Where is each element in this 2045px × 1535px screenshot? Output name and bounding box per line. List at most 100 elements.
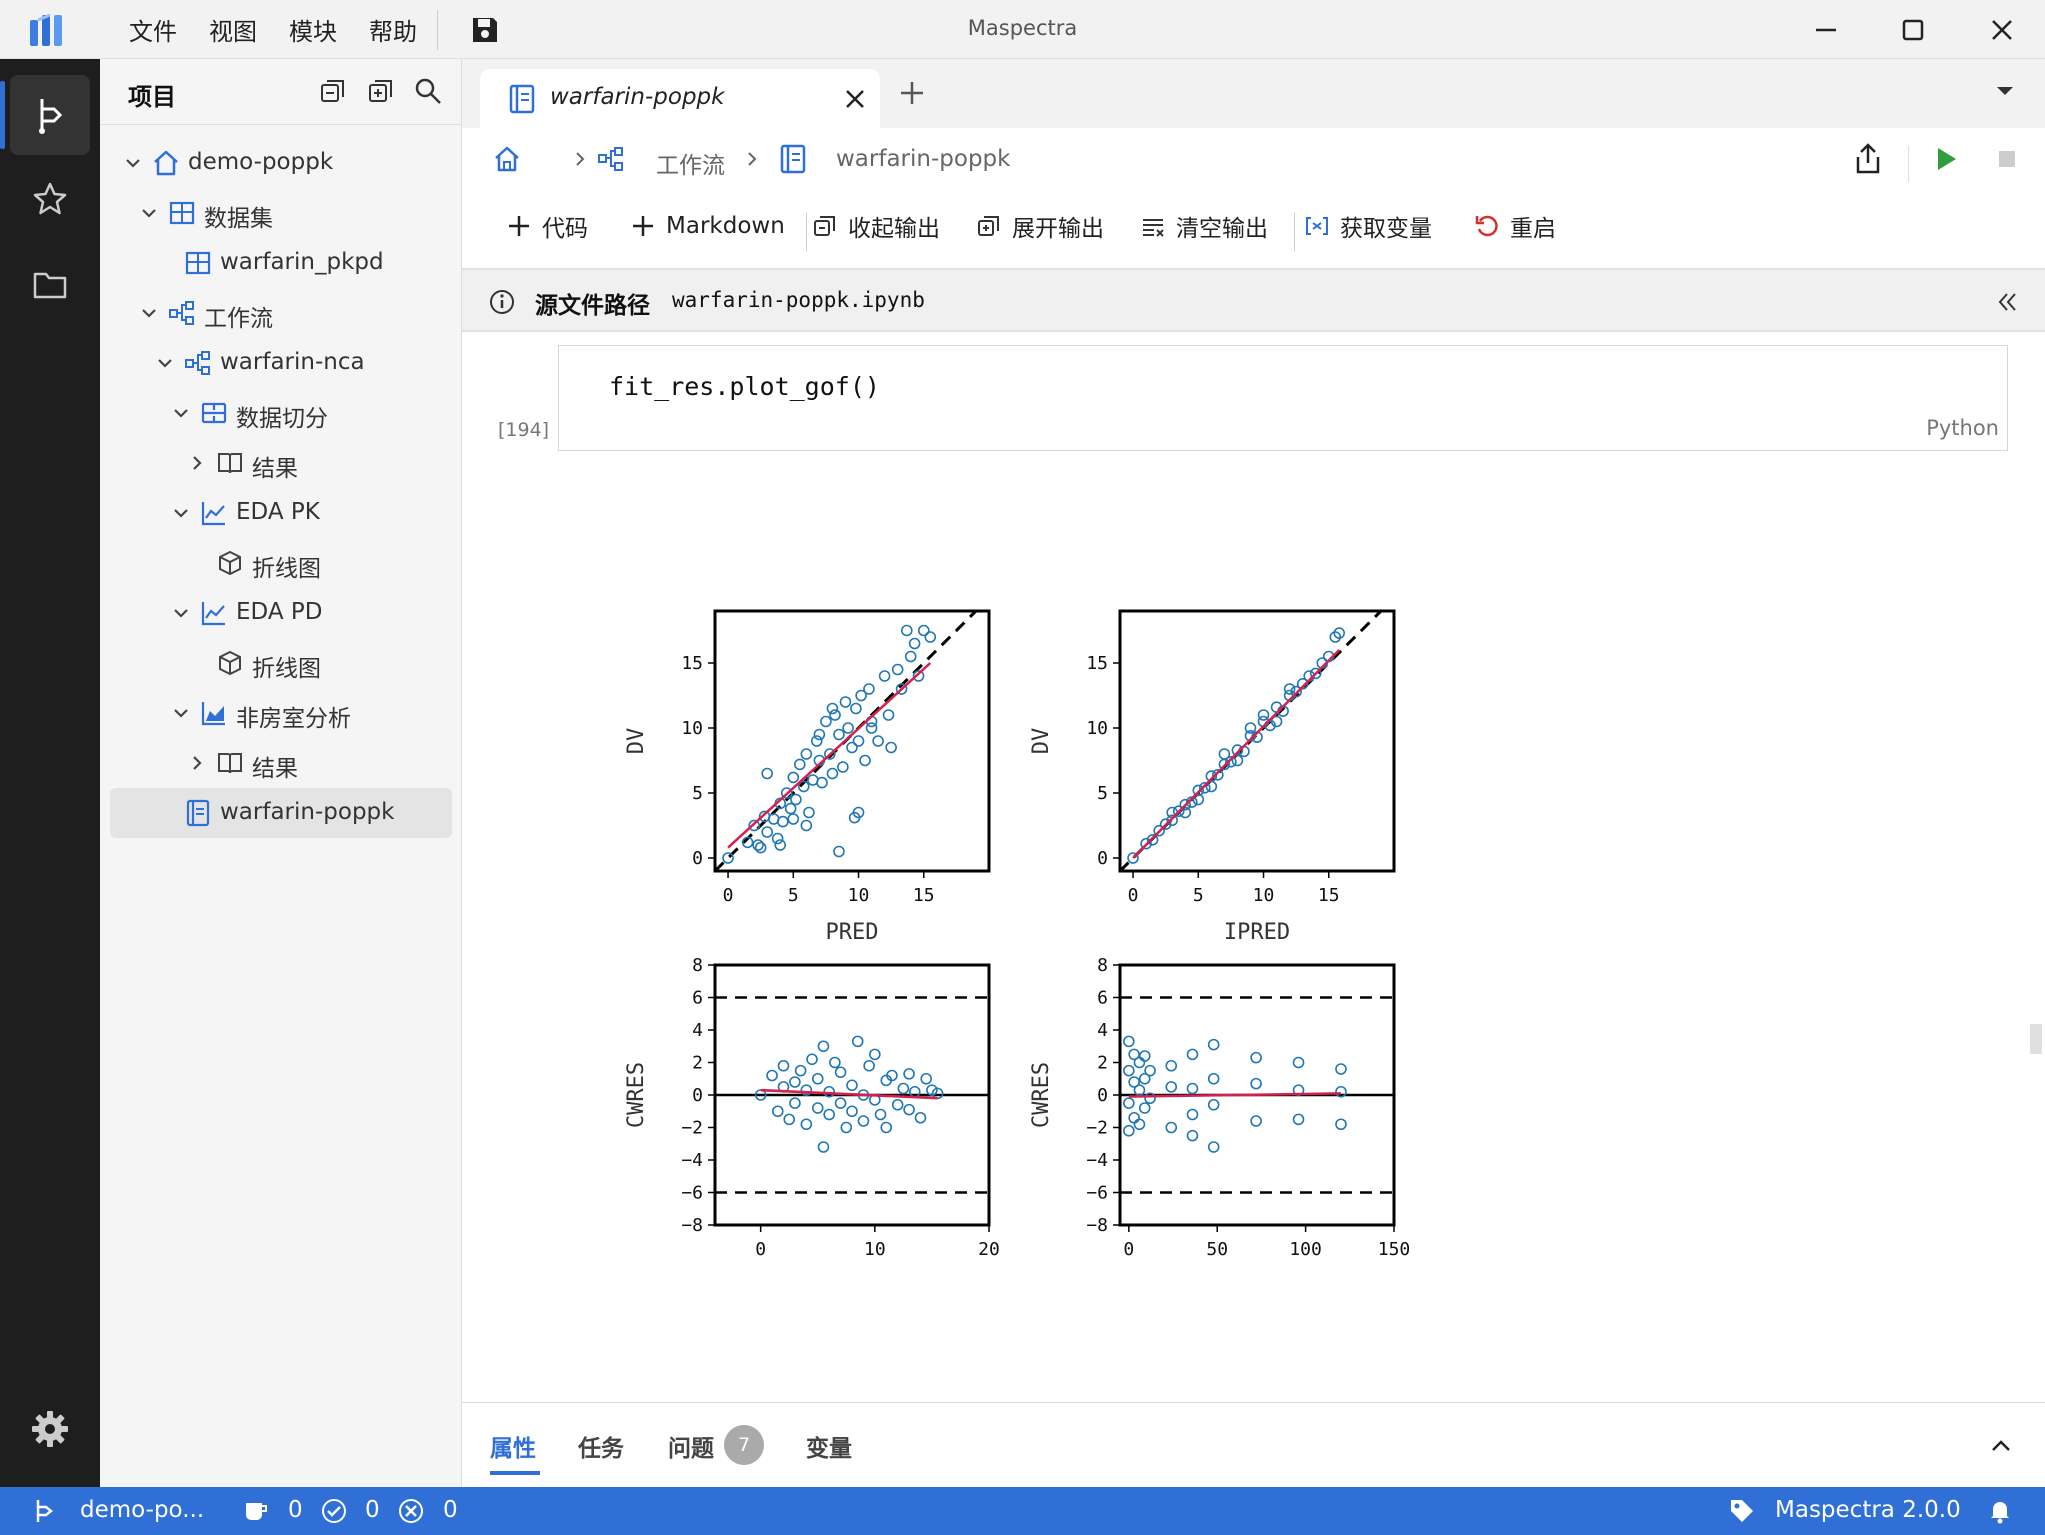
tree-item[interactable]: 结果 [110, 438, 452, 488]
menu-view[interactable]: 视图 [195, 6, 271, 53]
data-point [1123, 1064, 1135, 1077]
data-point [850, 702, 862, 715]
chevron-down-icon[interactable] [1994, 83, 2016, 99]
files-nav-button[interactable] [10, 245, 90, 325]
tab-tasks[interactable]: 任务 [578, 1429, 624, 1463]
tab-warfarin-poppk[interactable]: warfarin-poppk [480, 69, 880, 128]
add-code-button[interactable]: 代码 [506, 206, 588, 246]
chevron-down-icon[interactable] [122, 152, 144, 174]
data-point [1292, 1056, 1305, 1069]
expand-all-icon[interactable] [366, 76, 396, 106]
issues-count-badge: 7 [724, 1425, 764, 1465]
data-point [754, 841, 767, 854]
data-point [1335, 1063, 1347, 1075]
notebook-toolbar: 代码 Markdown 收起输出 展开输出 清空输出 获取变量 重启 [462, 192, 2045, 262]
chevron-down-icon[interactable] [170, 502, 192, 524]
x-tick-label: 0 [755, 1239, 766, 1260]
tree-item-label: warfarin-poppk [220, 799, 395, 825]
close-tab-icon[interactable] [842, 86, 868, 112]
tree-item[interactable]: 非房室分析 [110, 688, 452, 738]
data-point [846, 1105, 858, 1118]
search-icon[interactable] [413, 76, 443, 106]
y-tick-label: 15 [681, 653, 703, 674]
collapse-output-button[interactable]: 收起输出 [812, 206, 940, 246]
chevron-down-icon[interactable] [170, 402, 192, 424]
get-variables-button[interactable]: 获取变量 [1304, 206, 1432, 246]
chevron-down-icon[interactable] [138, 202, 160, 224]
cell-code[interactable]: fit_res.plot_gof() [609, 372, 880, 401]
bell-icon[interactable] [1986, 1497, 2014, 1525]
data-point [1186, 1108, 1199, 1121]
data-point [1165, 1059, 1178, 1072]
chevron-right-icon[interactable] [186, 452, 208, 474]
run-icon[interactable] [1927, 141, 1963, 177]
stop-icon[interactable] [1989, 141, 2025, 177]
project-nav-button[interactable] [0, 75, 90, 155]
chevron-right-icon[interactable] [186, 752, 208, 774]
close-window-icon[interactable] [1982, 10, 2022, 50]
y-tick-label: −8 [681, 1215, 703, 1236]
y-tick-label: −4 [1086, 1150, 1108, 1171]
project-sidebar: 项目 demo-poppk 数据集 warfarin_pkpd 工作流 warfarin… [100, 59, 462, 1487]
area-chart-icon [201, 702, 225, 726]
tree-item[interactable]: EDA PK [110, 488, 452, 538]
data-point [817, 1040, 830, 1053]
chevron-up-icon[interactable] [1986, 1431, 2016, 1461]
status-project[interactable]: demo-po... [80, 1497, 204, 1523]
expand-output-button[interactable]: 展开输出 [976, 206, 1104, 246]
tree-item[interactable]: 工作流 [110, 288, 452, 338]
folder-icon [33, 272, 67, 299]
minimize-icon[interactable] [1806, 10, 1846, 50]
home-icon[interactable] [492, 144, 522, 174]
code-cell[interactable]: fit_res.plot_gof() Python [558, 345, 2008, 451]
tree-item[interactable]: EDA PD [110, 588, 452, 638]
x-tick-label: 0 [1128, 885, 1139, 906]
save-icon[interactable] [470, 15, 500, 45]
tab-properties[interactable]: 属性 [490, 1429, 536, 1463]
settings-button[interactable] [10, 1389, 90, 1469]
data-point [790, 793, 802, 806]
tree-item[interactable]: 数据切分 [110, 388, 452, 438]
add-markdown-button[interactable]: Markdown [630, 206, 785, 246]
collapse-all-icon[interactable] [318, 76, 348, 106]
cell-language[interactable]: Python [1926, 416, 1999, 440]
share-icon[interactable] [1850, 141, 1886, 177]
double-chevron-left-icon[interactable] [1994, 288, 2022, 316]
tree-item[interactable]: 折线图 [110, 538, 452, 588]
data-point [833, 728, 845, 741]
tree-item[interactable]: 折线图 [110, 638, 452, 688]
data-point [863, 1059, 875, 1072]
tag-icon [1731, 1500, 1753, 1522]
restart-button[interactable]: 重启 [1474, 206, 1556, 246]
menu-file[interactable]: 文件 [115, 6, 191, 53]
y-tick-label: 2 [692, 1053, 703, 1074]
breadcrumb-notebook[interactable]: warfarin-poppk [836, 146, 1010, 172]
tree-item[interactable]: 数据集 [110, 188, 452, 238]
tree-item[interactable]: warfarin-poppk [110, 788, 452, 838]
tree-item[interactable]: 结果 [110, 738, 452, 788]
favorites-nav-button[interactable] [10, 159, 90, 239]
y-tick-label: 10 [1086, 718, 1108, 739]
scrollbar[interactable] [2030, 1024, 2042, 1054]
tab-variables[interactable]: 变量 [806, 1429, 852, 1463]
chevron-down-icon[interactable] [138, 302, 160, 324]
main-editor: warfarin-poppk 工作流 warfarin-poppk 代码 Mar… [462, 59, 2045, 1487]
maximize-icon[interactable] [1893, 10, 1933, 50]
chevron-down-icon[interactable] [170, 702, 192, 724]
tab-issues[interactable]: 问题 [668, 1429, 714, 1463]
tree-item[interactable]: warfarin_pkpd [110, 238, 452, 288]
y-tick-label: 8 [1097, 955, 1108, 976]
data-point [833, 845, 845, 858]
breadcrumb-workflow[interactable]: 工作流 [656, 146, 725, 180]
menu-help[interactable]: 帮助 [355, 6, 431, 53]
clear-output-button[interactable]: 清空输出 [1140, 206, 1268, 246]
tab-label: warfarin-poppk [550, 84, 725, 110]
new-tab-icon[interactable] [898, 79, 926, 107]
chevron-down-icon[interactable] [154, 352, 176, 374]
trend-line [1132, 649, 1341, 859]
menu-modules[interactable]: 模块 [275, 6, 351, 53]
tree-item[interactable]: demo-poppk [110, 138, 452, 188]
chevron-down-icon[interactable] [170, 602, 192, 624]
sidebar-title: 项目 [128, 83, 176, 111]
tree-item[interactable]: warfarin-nca [110, 338, 452, 388]
